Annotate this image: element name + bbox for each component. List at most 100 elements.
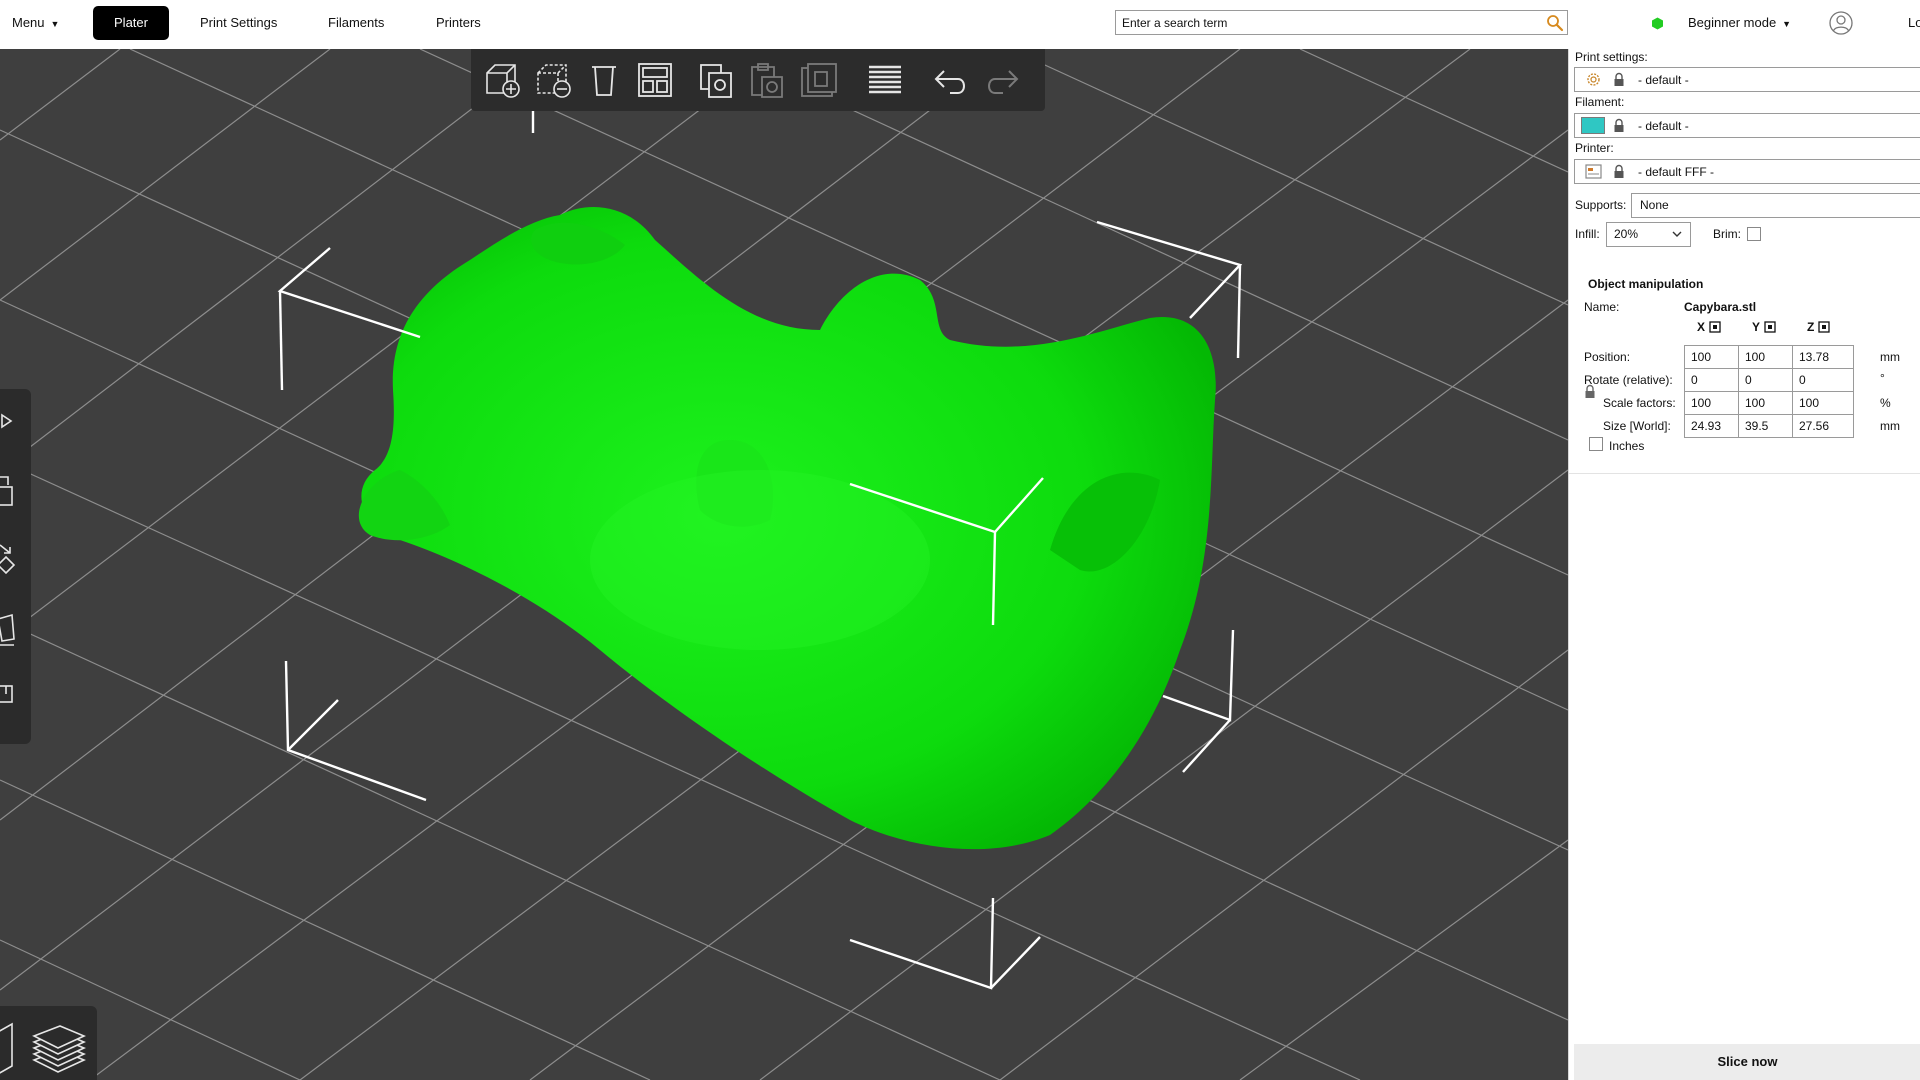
tab-printers[interactable]: Printers [436,6,481,40]
object-manipulation-panel: Object manipulation Name: Capybara.stl X… [1569,266,1920,474]
instance-button[interactable] [797,59,839,101]
position-label: Position: [1584,350,1631,364]
scale-y-input[interactable]: 100 [1738,391,1800,415]
account-icon[interactable] [1829,11,1853,35]
place-on-face-icon[interactable] [0,609,20,649]
add-button[interactable] [481,59,523,101]
layers-edit-button[interactable] [864,59,906,101]
scene-canvas[interactable] [0,49,1568,1080]
mode-dropdown[interactable]: Beginner mode ▼ [1688,6,1791,40]
brim-label: Brim: [1713,227,1741,241]
search-icon[interactable] [1546,14,1564,32]
undo-icon [934,70,965,94]
lock-icon [1614,164,1624,178]
scale-label: Scale factors: [1603,396,1676,410]
rotate-z-input[interactable]: 0 [1792,368,1854,392]
print-settings-value: - default - [1638,73,1689,87]
menu-button[interactable]: Menu ▼ [12,6,59,40]
mode-label: Beginner mode [1688,15,1777,30]
position-z-input[interactable]: 13.78 [1792,345,1854,369]
print-settings-combo[interactable]: - default - [1574,67,1920,92]
supports-combo[interactable]: None [1631,193,1920,218]
delete-icon [537,64,571,98]
slice-now-button[interactable]: Slice now [1574,1044,1920,1080]
size-unit: mm [1880,419,1900,433]
axis-reset-icon[interactable] [1818,321,1830,333]
login-link[interactable]: Lo [1908,6,1920,40]
axis-x-header: X [1697,320,1721,334]
menu-label: Menu [12,15,45,30]
filament-label: Filament: [1575,95,1625,109]
arrange-button[interactable] [634,59,676,101]
filament-value: - default - [1638,119,1689,133]
view-toggle [0,1006,97,1080]
scale-unit: % [1880,396,1891,410]
3d-viewport[interactable] [0,49,1568,1080]
size-z-input[interactable]: 27.56 [1792,414,1854,438]
right-sidebar: Print settings: - default - Filament: - … [1568,49,1920,1080]
infill-value: 20% [1614,227,1639,241]
left-toolbar [0,389,31,744]
3d-view-icon[interactable] [0,1020,18,1076]
object-manipulation-title: Object manipulation [1588,277,1704,291]
caret-down-icon: ▼ [1782,19,1792,29]
lock-icon [1614,72,1624,86]
object-name-value: Capybara.stl [1684,300,1757,314]
filament-combo[interactable]: - default - [1574,113,1920,138]
delete-button[interactable] [532,59,574,101]
paste-button[interactable] [746,59,788,101]
layers-edit-icon [869,65,901,94]
undo-button[interactable] [930,59,972,101]
cut-icon[interactable] [0,674,20,714]
printer-icon [1585,164,1602,179]
copy-icon [700,64,732,98]
tab-plater[interactable]: Plater [93,6,169,40]
supports-label: Supports: [1575,198,1627,212]
axis-reset-icon[interactable] [1709,321,1721,333]
redo-button[interactable] [981,59,1023,101]
3d-model-capybara[interactable] [358,207,1216,850]
size-label: Size [World]: [1603,419,1671,433]
brim-checkbox[interactable] [1747,227,1761,241]
inches-checkbox[interactable] [1589,437,1603,451]
axis-reset-icon[interactable] [1764,321,1776,333]
paste-icon [751,63,783,98]
scale-icon[interactable] [0,469,20,509]
rotate-icon[interactable] [0,539,20,579]
mode-indicator-icon [1652,17,1663,30]
rotate-unit: ° [1880,371,1885,385]
move-icon[interactable] [0,401,20,441]
scale-z-input[interactable]: 100 [1792,391,1854,415]
rotate-x-input[interactable]: 0 [1684,368,1746,392]
search-field[interactable] [1115,10,1568,35]
axis-y-header: Y [1752,320,1776,334]
printer-label: Printer: [1575,141,1614,155]
tab-print-settings[interactable]: Print Settings [200,6,277,40]
position-x-input[interactable]: 100 [1684,345,1746,369]
cog-icon [1587,73,1600,86]
delete-all-button[interactable] [583,59,625,101]
chevron-down-icon [1672,231,1682,237]
printer-combo[interactable]: - default FFF - [1574,159,1920,184]
scale-lock-icon[interactable] [1584,384,1596,399]
printer-value: - default FFF - [1638,165,1715,179]
rotate-label: Rotate (relative): [1584,373,1673,387]
top-bar: Menu ▼ Plater Print Settings Filaments Pr… [0,0,1920,49]
size-y-input[interactable]: 39.5 [1738,414,1800,438]
copy-button[interactable] [695,59,737,101]
print-settings-label: Print settings: [1575,50,1648,64]
axis-z-header: Z [1807,320,1830,334]
rotate-y-input[interactable]: 0 [1738,368,1800,392]
preview-icon[interactable] [30,1020,88,1076]
arrange-icon [638,63,672,97]
redo-icon [988,70,1019,94]
scale-x-input[interactable]: 100 [1684,391,1746,415]
caret-down-icon: ▼ [50,19,60,29]
filament-color-swatch[interactable] [1581,117,1605,134]
infill-combo[interactable]: 20% [1606,222,1691,247]
position-y-input[interactable]: 100 [1738,345,1800,369]
tab-filaments[interactable]: Filaments [328,6,384,40]
search-input[interactable] [1116,11,1536,34]
infill-label: Infill: [1575,227,1600,241]
size-x-input[interactable]: 24.93 [1684,414,1746,438]
